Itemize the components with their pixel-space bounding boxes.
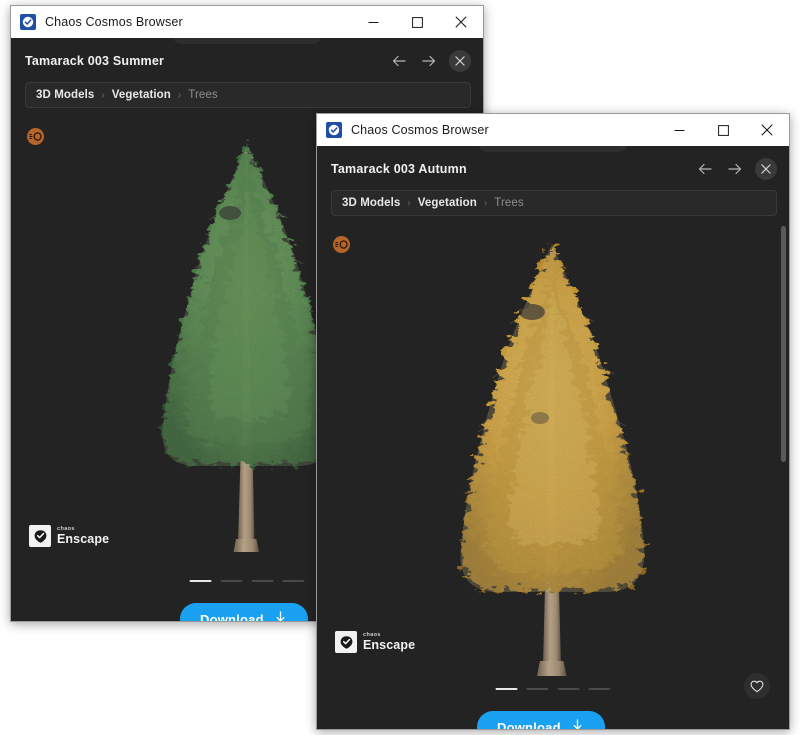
carousel-dot-2[interactable] [220,580,243,582]
detail-close-icon[interactable] [755,158,777,180]
enscape-watermark: chaos Enscape [29,525,109,547]
enscape-wordmark: chaos Enscape [363,632,416,652]
detail-header: Tamarack 003 Summer [11,46,483,76]
favorite-button[interactable] [744,673,770,699]
window-title: Chaos Cosmos Browser [351,123,489,137]
arrow-right-icon[interactable] [419,51,439,71]
download-button[interactable]: Download [477,711,605,729]
chaos-logo-icon [326,122,342,138]
carousel-dot-4[interactable] [282,580,305,582]
vertical-scrollbar[interactable] [779,222,787,729]
chevron-right-icon: › [101,89,105,101]
enscape-logo-icon [29,525,51,547]
arrow-right-icon[interactable] [725,159,745,179]
download-button-label: Download [200,611,264,622]
carousel-indicators[interactable] [495,688,611,690]
maximize-button[interactable] [395,6,439,38]
detail-close-icon[interactable] [449,50,471,72]
download-arrow-icon [273,611,288,621]
search-bar-peek[interactable] [478,146,628,152]
window-titlebar[interactable]: Chaos Cosmos Browser [317,114,789,147]
chaos-logo-icon [20,14,36,30]
enscape-product-label: Enscape [363,638,416,652]
scrollbar-thumb[interactable] [781,226,786,462]
chevron-right-icon: › [177,89,182,101]
carousel-dot-1[interactable] [495,688,518,690]
window-controls [657,114,789,146]
carousel-dot-4[interactable] [588,688,611,690]
search-bar-peek[interactable] [172,38,322,44]
asset-title: Tamarack 003 Autumn [331,162,467,176]
breadcrumb-item-trees[interactable]: Trees [494,197,523,209]
carousel-dot-3[interactable] [557,688,580,690]
carousel-dot-1[interactable] [189,580,212,582]
minimize-button[interactable] [657,114,701,146]
breadcrumb-item-trees[interactable]: Trees [188,89,217,101]
enscape-logo-icon [335,631,357,653]
detail-header: Tamarack 003 Autumn [317,154,789,184]
close-button[interactable] [745,114,789,146]
carousel-dot-2[interactable] [526,688,549,690]
window-title: Chaos Cosmos Browser [45,15,183,29]
cosmos-browser-window-autumn[interactable]: Chaos Cosmos Browser Tamarack 003 Autumn [316,113,790,730]
window-titlebar[interactable]: Chaos Cosmos Browser [11,6,483,39]
chevron-right-icon: › [407,197,411,209]
minimize-button[interactable] [351,6,395,38]
asset-preview-image[interactable] [317,228,789,688]
tree-illustration-autumn [460,242,645,676]
arrow-left-icon[interactable] [389,51,409,71]
breadcrumb[interactable]: 3D Models › Vegetation › Trees [25,82,471,108]
enscape-watermark: chaos Enscape [335,631,415,653]
download-button-label: Download [497,719,561,730]
detail-nav-group [695,158,777,180]
close-button[interactable] [439,6,483,38]
detail-nav-group [389,50,471,72]
maximize-button[interactable] [701,114,745,146]
carousel-indicators[interactable] [189,580,305,582]
chevron-right-icon: › [483,197,488,209]
download-button[interactable]: Download [180,603,308,621]
app-body: Tamarack 003 Autumn 3D Models › Vegetati… [317,146,789,729]
window-controls [351,6,483,38]
asset-title: Tamarack 003 Summer [25,54,165,68]
breadcrumb-item-vegetation[interactable]: Vegetation [112,89,171,101]
enscape-product-label: Enscape [57,532,110,546]
heart-icon [750,680,764,693]
arrow-left-icon[interactable] [695,159,715,179]
breadcrumb-item-3d-models[interactable]: 3D Models [342,197,400,209]
asset-viewer-stage[interactable]: chaos Enscape Download [317,222,789,729]
breadcrumb-item-3d-models[interactable]: 3D Models [36,89,94,101]
enscape-wordmark: chaos Enscape [57,526,110,546]
breadcrumb-item-vegetation[interactable]: Vegetation [418,197,477,209]
download-arrow-icon [570,719,585,729]
carousel-dot-3[interactable] [251,580,274,582]
breadcrumb[interactable]: 3D Models › Vegetation › Trees [331,190,777,216]
